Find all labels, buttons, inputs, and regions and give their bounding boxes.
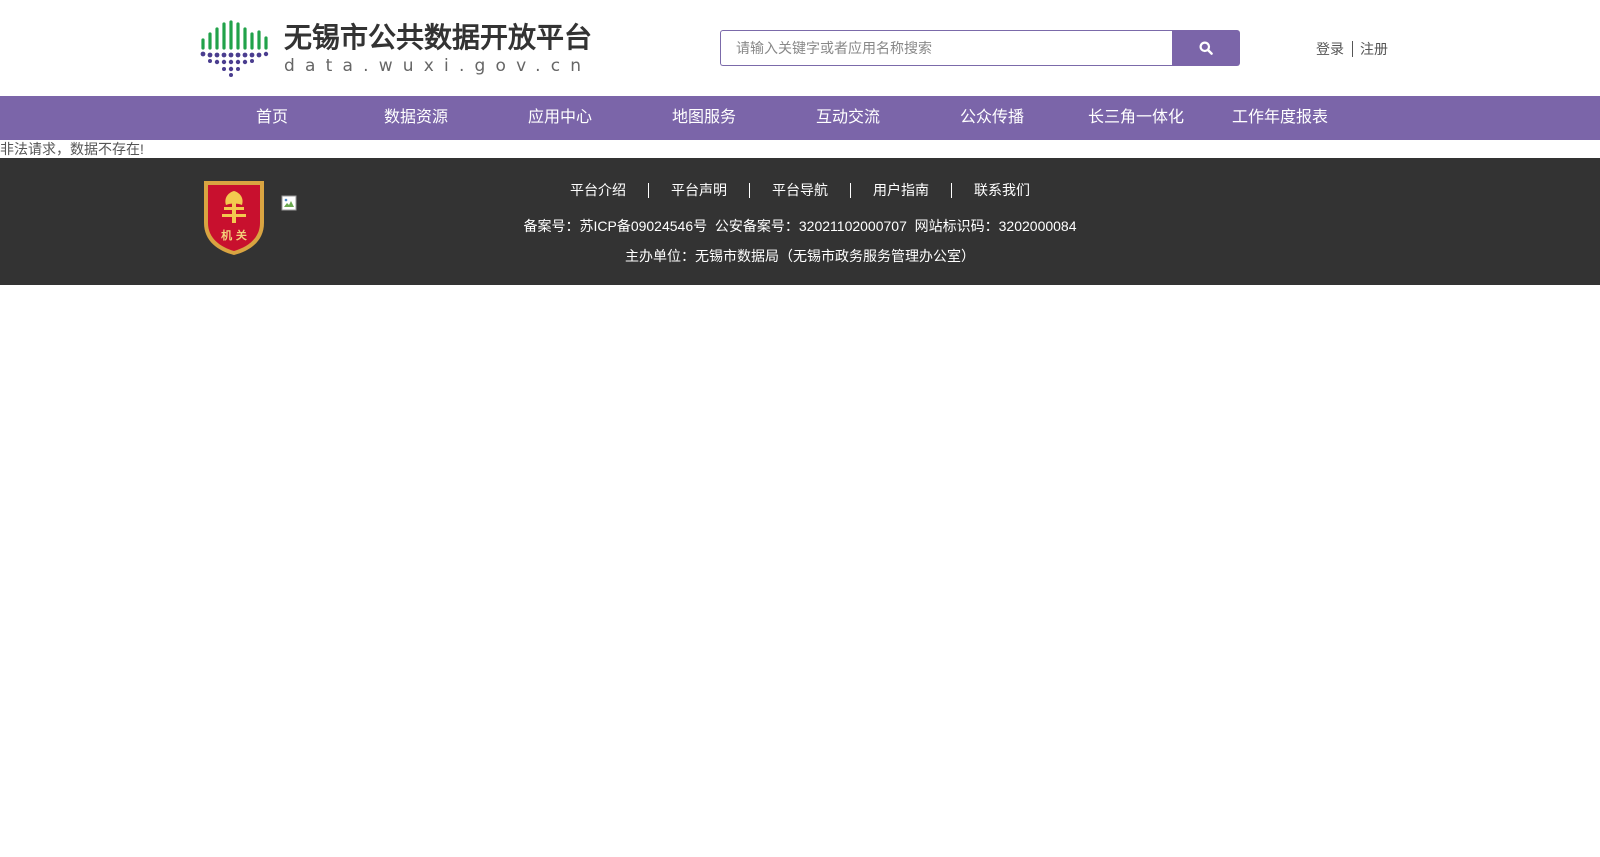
logo-domain: data.wuxi.gov.cn [284,56,592,76]
nav-item-interaction[interactable]: 互动交流 [776,96,920,140]
nav-item-map-service[interactable]: 地图服务 [632,96,776,140]
main-nav: 首页 数据资源 应用中心 地图服务 互动交流 公众传播 长三角一体化 工作年度报… [0,96,1600,140]
nav-item-home[interactable]: 首页 [200,96,344,140]
login-link[interactable]: 登录 [1316,39,1344,59]
search-bar [720,30,1240,66]
nav-item-yangtze-delta[interactable]: 长三角一体化 [1064,96,1208,140]
error-message: 非法请求，数据不存在! [0,141,144,157]
footer-link-platform-intro[interactable]: 平台介绍 [548,182,648,198]
search-button[interactable] [1172,30,1240,66]
site-footer: 机 关 平台介绍 平台声明 平台导航 用户指南 联系我们 备案号：苏ICP备09… [0,158,1600,285]
auth-divider [1352,41,1353,57]
footer-record-info: 备案号：苏ICP备09024546号 公安备案号：32021102000707 … [523,218,1077,234]
nav-item-data-resources[interactable]: 数据资源 [344,96,488,140]
search-input[interactable] [720,30,1173,66]
logo-title: 无锡市公共数据开放平台 [284,21,593,54]
nav-item-app-center[interactable]: 应用中心 [488,96,632,140]
nav-item-public-outreach[interactable]: 公众传播 [920,96,1064,140]
register-link[interactable]: 注册 [1360,39,1388,59]
nav-item-annual-report[interactable]: 工作年度报表 [1208,96,1352,140]
search-icon [1199,41,1213,55]
footer-link-platform-navigation[interactable]: 平台导航 [750,182,850,198]
footer-links: 平台介绍 平台声明 平台导航 用户指南 联系我们 [0,182,1600,198]
footer-sponsor-info: 主办单位：无锡市数据局（无锡市政务服务管理办公室） [625,248,975,264]
site-logo[interactable]: 无锡市公共数据开放平台 data.wuxi.gov.cn [200,20,592,78]
footer-link-contact-us[interactable]: 联系我们 [952,182,1052,198]
site-header: 无锡市公共数据开放平台 data.wuxi.gov.cn 登录 注册 [0,0,1600,96]
auth-links: 登录 注册 [1316,39,1388,59]
logo-text: 无锡市公共数据开放平台 data.wuxi.gov.cn [284,21,592,77]
footer-link-user-guide[interactable]: 用户指南 [851,182,951,198]
logo-bars-icon [200,20,269,77]
footer-link-platform-statement[interactable]: 平台声明 [649,182,749,198]
